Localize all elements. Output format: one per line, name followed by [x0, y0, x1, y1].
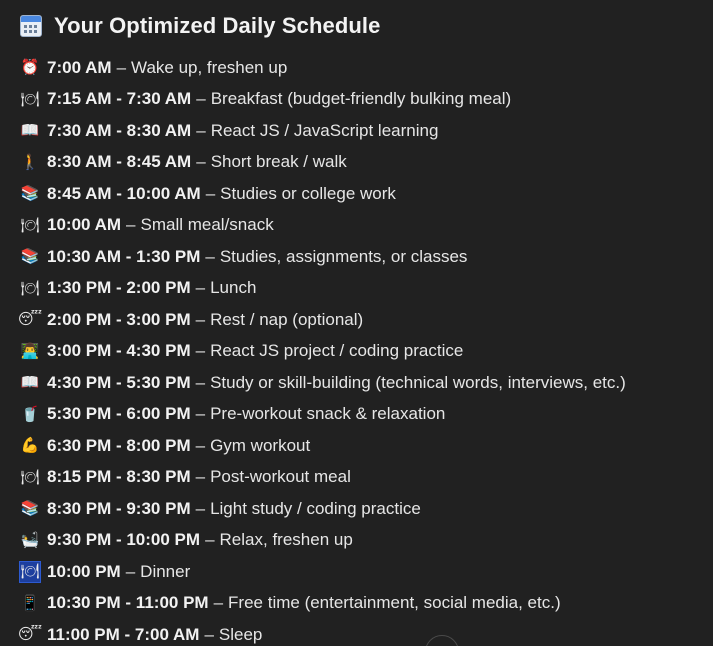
schedule-time: 10:00 PM	[47, 561, 121, 581]
schedule-activity: Short break / walk	[210, 152, 347, 172]
schedule-activity: Lunch	[210, 278, 257, 298]
list-item: 🥤 5:30 PM - 6:00 PM – Pre-workout snack & r…	[20, 399, 626, 431]
schedule-time: 8:30 PM - 9:30 PM	[47, 498, 191, 518]
schedule-time: 8:15 PM - 8:30 PM	[47, 467, 191, 487]
list-item: 🛀 9:30 PM - 10:00 PM – Relax, freshen up	[20, 525, 626, 557]
list-item: 🚶 8:30 AM - 8:45 AM – Short break / walk	[20, 147, 626, 179]
separator-dash: –	[195, 278, 206, 298]
list-item: 😴 2:00 PM - 3:00 PM – Rest / nap (optional)	[17, 304, 626, 336]
books-icon: 📚	[20, 184, 40, 203]
separator-dash: –	[195, 309, 206, 329]
schedule-activity: Post-workout meal	[210, 467, 351, 487]
separator-dash: –	[195, 404, 206, 424]
separator-dash: –	[196, 89, 206, 109]
schedule-time: 6:30 PM - 8:00 PM	[47, 435, 191, 455]
list-item: 📱 10:30 PM - 11:00 PM – Free time (entertai…	[20, 588, 626, 620]
list-item: 🍽 1:30 PM - 2:00 PM – Lunch	[20, 273, 626, 305]
books-icon: 📚	[20, 499, 40, 518]
separator-dash: –	[195, 341, 206, 361]
sleeping-face-icon: 😴	[17, 625, 43, 644]
schedule-activity: Relax, freshen up	[219, 530, 353, 550]
list-item: 👨‍💻 3:00 PM - 4:30 PM – React JS project / …	[20, 336, 626, 368]
alarm-clock-icon: ⏰	[20, 58, 40, 77]
list-item: 😴 11:00 PM - 7:00 AM – Sleep	[17, 619, 626, 646]
schedule-time: 8:45 AM - 10:00 AM	[47, 183, 201, 203]
plate-icon: 🍽	[19, 560, 41, 583]
list-item: 💪 6:30 PM - 8:00 PM – Gym workout	[20, 430, 626, 462]
separator-dash: –	[125, 561, 136, 581]
schedule-activity: Gym workout	[210, 435, 311, 455]
list-item: ⏰ 7:00 AM – Wake up, freshen up	[20, 52, 626, 84]
plate-icon: 🍽	[20, 89, 40, 108]
plate-icon: 🍽	[20, 278, 40, 297]
schedule-activity: Studies, assignments, or classes	[219, 246, 468, 266]
bath-icon: 🛀	[20, 530, 40, 549]
schedule-activity: Rest / nap (optional)	[210, 309, 364, 329]
schedule-time: 9:30 PM - 10:00 PM	[47, 530, 201, 550]
calendar-icon	[20, 15, 42, 37]
schedule-activity: Free time (entertainment, social media, …	[228, 593, 561, 613]
schedule-time: 10:00 AM	[47, 215, 122, 235]
open-book-icon: 📖	[20, 121, 40, 140]
separator-dash: –	[205, 530, 215, 550]
schedule-activity: Light study / coding practice	[210, 498, 421, 518]
plate-icon: 🍽	[20, 215, 40, 234]
sleeping-face-icon: 😴	[17, 310, 43, 329]
separator-dash: –	[195, 467, 206, 487]
schedule-activity: Small meal/snack	[140, 215, 274, 235]
schedule-list: ⏰ 7:00 AM – Wake up, freshen up 🍽 7:15 AM - 7…	[17, 52, 626, 646]
schedule-activity: Wake up, freshen up	[131, 57, 288, 77]
books-icon: 📚	[20, 247, 40, 266]
separator-dash: –	[195, 435, 206, 455]
list-item: 🍽 10:00 PM – Dinner	[19, 556, 626, 588]
cup-with-straw-icon: 🥤	[20, 404, 40, 423]
schedule-activity: Breakfast (budget-friendly bulking meal)	[210, 89, 512, 109]
schedule-time: 7:00 AM	[47, 57, 112, 77]
schedule-activity: React JS / JavaScript learning	[210, 120, 439, 140]
schedule-activity: Sleep	[218, 624, 263, 644]
page-title: Your Optimized Daily Schedule	[20, 12, 380, 40]
mobile-phone-icon: 📱	[20, 593, 40, 612]
schedule-time: 5:30 PM - 6:00 PM	[47, 404, 191, 424]
separator-dash: –	[195, 372, 206, 392]
separator-dash: –	[205, 246, 215, 266]
list-item: 📚 8:45 AM - 10:00 AM – Studies or college w…	[20, 178, 626, 210]
schedule-activity: Study or skill-building (technical words…	[210, 372, 626, 392]
list-item: 🍽 8:15 PM - 8:30 PM – Post-workout meal	[20, 462, 626, 494]
schedule-activity: React JS project / coding practice	[210, 341, 464, 361]
schedule-time: 3:00 PM - 4:30 PM	[47, 341, 191, 361]
schedule-time: 10:30 PM - 11:00 PM	[47, 593, 209, 613]
technologist-icon: 👨‍💻	[20, 341, 40, 360]
separator-dash: –	[196, 152, 206, 172]
flexed-biceps-icon: 💪	[20, 436, 40, 455]
schedule-time: 2:00 PM - 3:00 PM	[47, 309, 191, 329]
schedule-time: 4:30 PM - 5:30 PM	[47, 372, 191, 392]
walking-person-icon: 🚶	[20, 152, 40, 171]
separator-dash: –	[126, 215, 136, 235]
plate-icon: 🍽	[20, 467, 40, 486]
list-item: 🍽 10:00 AM – Small meal/snack	[20, 210, 626, 242]
separator-dash: –	[195, 498, 206, 518]
separator-dash: –	[116, 57, 127, 77]
schedule-time: 10:30 AM - 1:30 PM	[47, 246, 201, 266]
list-item: 📖 7:30 AM - 8:30 AM – React JS / JavaScript…	[20, 115, 626, 147]
schedule-time: 7:30 AM - 8:30 AM	[47, 120, 192, 140]
list-item: 🍽 7:15 AM - 7:30 AM – Breakfast (budget-fri…	[20, 84, 626, 116]
separator-dash: –	[196, 120, 206, 140]
schedule-time: 11:00 PM - 7:00 AM	[47, 624, 200, 644]
schedule-time: 8:30 AM - 8:45 AM	[47, 152, 192, 172]
schedule-time: 7:15 AM - 7:30 AM	[47, 89, 192, 109]
separator-dash: –	[204, 624, 214, 644]
schedule-activity: Dinner	[140, 561, 191, 581]
separator-dash: –	[205, 183, 216, 203]
page-title-text: Your Optimized Daily Schedule	[54, 13, 381, 38]
schedule-activity: Studies or college work	[220, 183, 396, 203]
list-item: 📚 8:30 PM - 9:30 PM – Light study / coding …	[20, 493, 626, 525]
open-book-icon: 📖	[20, 373, 40, 392]
list-item: 📚 10:30 AM - 1:30 PM – Studies, assignments…	[20, 241, 626, 273]
separator-dash: –	[213, 593, 224, 613]
schedule-activity: Pre-workout snack & relaxation	[210, 404, 446, 424]
list-item: 📖 4:30 PM - 5:30 PM – Study or skill-buildi…	[20, 367, 626, 399]
schedule-time: 1:30 PM - 2:00 PM	[47, 278, 191, 298]
